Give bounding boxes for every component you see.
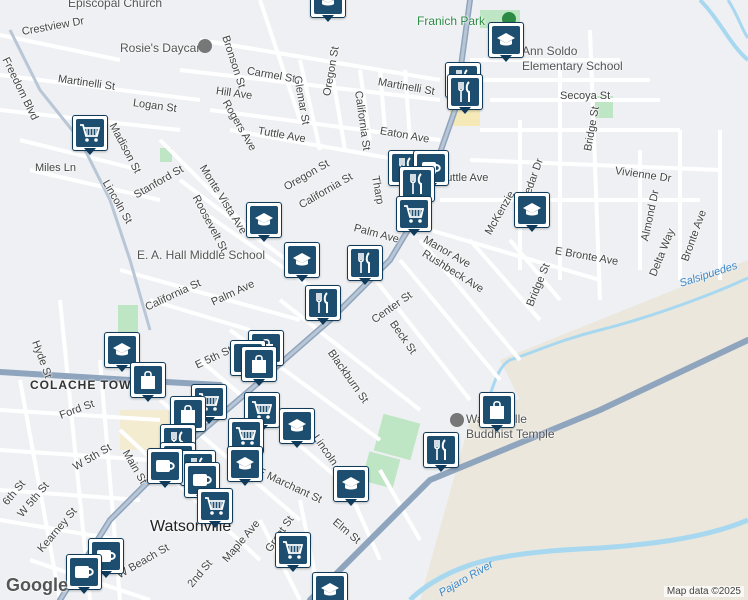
shopping-marker[interactable] xyxy=(479,392,515,432)
street-label: Miles Ln xyxy=(35,162,76,174)
grocery-marker[interactable] xyxy=(396,196,432,236)
grocery-icon xyxy=(279,536,307,564)
map-canvas[interactable]: Crestview Dr Martinelli St Logan St Madi… xyxy=(0,0,748,600)
restaurant-marker[interactable] xyxy=(423,432,459,472)
restaurant-marker[interactable] xyxy=(305,285,341,325)
school-marker[interactable] xyxy=(284,242,320,282)
cafe-icon xyxy=(70,558,98,586)
restaurant-icon xyxy=(403,170,431,198)
street-label: Secoya St xyxy=(560,90,611,102)
school-icon xyxy=(231,450,259,478)
school-marker[interactable] xyxy=(246,202,282,242)
restaurant-marker[interactable] xyxy=(447,74,483,114)
place-label-school[interactable]: Ann Soldo Elementary School xyxy=(522,44,623,74)
restaurant-icon xyxy=(451,78,479,106)
shopping-icon xyxy=(483,396,511,424)
school-marker[interactable] xyxy=(333,466,369,506)
place-label-park[interactable]: Franich Park xyxy=(417,14,485,28)
grocery-icon xyxy=(201,492,229,520)
school-icon xyxy=(108,336,136,364)
cafe-icon xyxy=(151,452,179,480)
school-marker[interactable] xyxy=(488,22,524,62)
shopping-marker[interactable] xyxy=(130,362,166,402)
school-icon xyxy=(518,196,546,224)
map-credit[interactable]: Map data ©2025 xyxy=(663,586,744,597)
daycare-icon xyxy=(198,39,212,53)
school-icon xyxy=(314,0,342,14)
school-marker[interactable] xyxy=(227,446,263,486)
school-icon xyxy=(250,206,278,234)
grocery-icon xyxy=(400,200,428,228)
school-icon xyxy=(288,246,316,274)
grocery-marker[interactable] xyxy=(197,488,233,528)
school-icon xyxy=(283,412,311,440)
place-label-daycare[interactable]: Rosie's Daycare xyxy=(120,41,207,55)
place-label-school[interactable]: E. A. Hall Middle School xyxy=(137,248,265,262)
cafe-marker[interactable] xyxy=(66,554,102,594)
school-icon xyxy=(337,470,365,498)
school-marker[interactable] xyxy=(310,0,346,22)
school-marker[interactable] xyxy=(312,572,348,600)
google-logo: Google xyxy=(6,575,68,595)
restaurant-icon xyxy=(351,249,379,277)
temple-icon xyxy=(450,413,464,427)
shopping-icon xyxy=(134,366,162,394)
school-marker[interactable] xyxy=(514,192,550,232)
neighborhood-label: COLACHE TOWN xyxy=(30,378,142,392)
place-label-church[interactable]: Episcopal Church xyxy=(68,0,162,10)
restaurant-icon xyxy=(309,289,337,317)
cafe-marker[interactable] xyxy=(147,448,183,488)
school-marker[interactable] xyxy=(279,408,315,448)
grocery-marker[interactable] xyxy=(72,115,108,155)
restaurant-marker[interactable] xyxy=(347,245,383,285)
school-icon xyxy=(492,26,520,54)
shopping-icon xyxy=(245,350,273,378)
shopping-marker[interactable] xyxy=(241,346,277,386)
school-icon xyxy=(316,576,344,600)
grocery-marker[interactable] xyxy=(275,532,311,572)
restaurant-icon xyxy=(427,436,455,464)
grocery-icon xyxy=(76,119,104,147)
